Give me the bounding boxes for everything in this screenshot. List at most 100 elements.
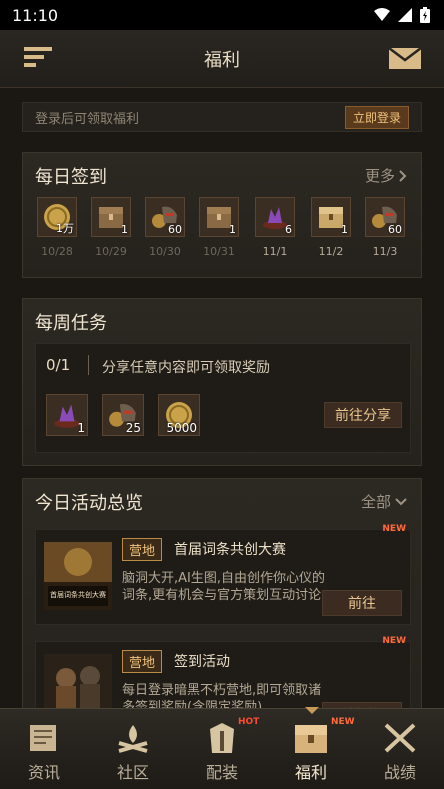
filter-label: 全部 — [360, 493, 391, 511]
tab-welfare[interactable]: NEW 福利 — [267, 707, 355, 789]
more-label: 更多 — [364, 167, 395, 185]
mail-icon — [388, 47, 422, 69]
tab-label: 社区 — [116, 763, 149, 782]
task-progress: 0/1 — [46, 356, 71, 374]
login-bar: 登录后可领取福利 立即登录 — [22, 102, 422, 132]
task-item: 0/1 分享任意内容即可领取奖励 1 25 5000 前往分享 — [35, 343, 411, 453]
tab-label: 福利 — [294, 763, 327, 782]
weekly-tasks-title: 每周任务 — [35, 313, 107, 334]
reward-qty: 5000 — [166, 421, 197, 435]
signin-date: 11/3 — [372, 245, 398, 258]
tab-label: 战绩 — [383, 763, 416, 782]
task-description: 分享任意内容即可领取奖励 — [102, 360, 270, 376]
signin-day[interactable]: 1 10/29 — [89, 197, 133, 258]
chevron-down-icon — [395, 497, 407, 505]
signin-date: 10/30 — [149, 245, 181, 258]
signin-reward-tile: 60 — [145, 197, 185, 237]
more-link[interactable]: 更多 — [365, 165, 407, 186]
new-badge: NEW — [382, 524, 406, 534]
signin-date: 11/2 — [318, 245, 344, 258]
signal-icon — [398, 8, 412, 22]
go-share-button[interactable]: 前往分享 — [324, 402, 402, 428]
task-divider — [88, 355, 89, 375]
activity-tag: 营地 — [122, 538, 163, 561]
battery-icon — [420, 7, 430, 23]
status-bar: 11:10 — [0, 0, 444, 30]
task-reward: 25 — [102, 394, 144, 436]
new-badge: NEW — [382, 636, 406, 646]
wifi-icon — [374, 8, 390, 21]
tab-news[interactable]: 资讯 — [0, 709, 88, 789]
active-tab-indicator — [305, 707, 319, 714]
status-time: 11:10 — [12, 5, 59, 25]
activity-description: 每日登录暗黑不朽营地,即可领取诸多签到奖励(含限定奖励) — [122, 683, 322, 708]
new-badge: NEW — [331, 717, 355, 727]
tab-community[interactable]: 社区 — [89, 709, 177, 789]
poster-image — [44, 654, 112, 708]
menu-button[interactable] — [22, 43, 56, 73]
login-button[interactable]: 立即登录 — [344, 105, 409, 129]
reward-qty: 1 — [341, 223, 348, 236]
app-header: 福利 — [0, 30, 444, 88]
reward-qty: 25 — [125, 421, 141, 435]
reward-qty: 1 — [229, 223, 236, 236]
daily-signin-card: 每日签到 更多 1万 10/28 1 10/29 60 10/30 1 10/3… — [22, 152, 422, 278]
bottom-tab-bar: 资讯 社区 HOT 配装 NEW 福利 战绩 — [0, 707, 444, 789]
activity-title: 签到活动 — [174, 654, 230, 670]
campfire-icon — [118, 725, 148, 753]
login-hint: 登录后可领取福利 — [35, 111, 140, 127]
signin-day[interactable]: 1 11/2 — [309, 197, 353, 258]
signin-day[interactable]: 60 11/3 — [363, 197, 407, 258]
reward-qty: 1 — [121, 223, 128, 236]
main-content[interactable]: 登录后可领取福利 立即登录 每日签到 更多 1万 10/28 1 10/29 6… — [0, 88, 444, 708]
crossed-swords-icon — [384, 723, 416, 753]
signin-date: 10/29 — [95, 245, 127, 258]
tab-label: 资讯 — [27, 763, 60, 782]
activity-description: 脑洞大开,AI生图,自由创作你心仪的词条,更有机会与官方策划互动讨论 — [122, 571, 325, 603]
reward-qty: 6 — [285, 223, 292, 236]
signin-reward-tile: 60 — [365, 197, 405, 237]
status-icons — [374, 7, 430, 23]
reward-qty: 1 — [77, 421, 85, 435]
signin-reward-tile: 1 — [311, 197, 351, 237]
reward-qty: 60 — [168, 223, 182, 236]
activity-title: 首届词条共创大赛 — [174, 542, 286, 558]
chevron-right-icon — [399, 169, 407, 182]
reward-qty: 1万 — [56, 222, 74, 235]
signin-day[interactable]: 1万 10/28 — [35, 197, 79, 258]
page-title: 福利 — [204, 49, 240, 71]
reward-qty: 60 — [388, 223, 402, 236]
signin-day[interactable]: 1 10/31 — [197, 197, 241, 258]
signin-reward-tile: 6 — [255, 197, 295, 237]
menu-icon — [24, 47, 52, 67]
signin-day[interactable]: 60 10/30 — [143, 197, 187, 258]
task-reward: 1 — [46, 394, 88, 436]
activity-go-button[interactable]: 前往 — [322, 590, 402, 616]
filter-dropdown[interactable]: 全部 — [361, 491, 407, 512]
activity-thumbnail: 首届词条共创大赛 — [44, 542, 112, 610]
signin-date: 10/31 — [203, 245, 235, 258]
mail-button[interactable] — [388, 43, 422, 73]
scroll-icon — [30, 725, 56, 751]
chest-icon — [295, 725, 327, 753]
signin-date: 10/28 — [41, 245, 73, 258]
activity-thumbnail — [44, 654, 112, 708]
tab-records[interactable]: 战绩 — [356, 709, 444, 789]
weekly-tasks-card: 每周任务 0/1 分享任意内容即可领取奖励 1 25 5000 前往分享 — [22, 298, 422, 466]
activities-card: 今日活动总览 全部 首届词条共创大赛 营地 首届词条共创大赛 脑洞大开,AI生图… — [22, 478, 422, 708]
tab-builds[interactable]: HOT 配装 — [178, 709, 266, 789]
activity-item[interactable]: 首届词条共创大赛 营地 首届词条共创大赛 脑洞大开,AI生图,自由创作你心仪的词… — [35, 524, 411, 625]
armor-icon — [210, 723, 234, 753]
signin-day[interactable]: 6 11/1 — [253, 197, 297, 258]
hot-badge: HOT — [238, 717, 260, 727]
signin-reward-tile: 1 — [91, 197, 131, 237]
signin-reward-tile: 1万 — [37, 197, 77, 237]
task-reward: 5000 — [158, 394, 200, 436]
activities-title: 今日活动总览 — [35, 493, 143, 514]
signin-reward-tile: 1 — [199, 197, 239, 237]
daily-signin-title: 每日签到 — [35, 167, 107, 188]
tab-label: 配装 — [205, 763, 238, 782]
signin-date: 11/1 — [262, 245, 288, 258]
poster-caption: 首届词条共创大赛 — [50, 591, 106, 599]
activity-item[interactable]: 营地 签到活动 每日登录暗黑不朽营地,即可领取诸多签到奖励(含限定奖励) 前往 … — [35, 636, 411, 708]
